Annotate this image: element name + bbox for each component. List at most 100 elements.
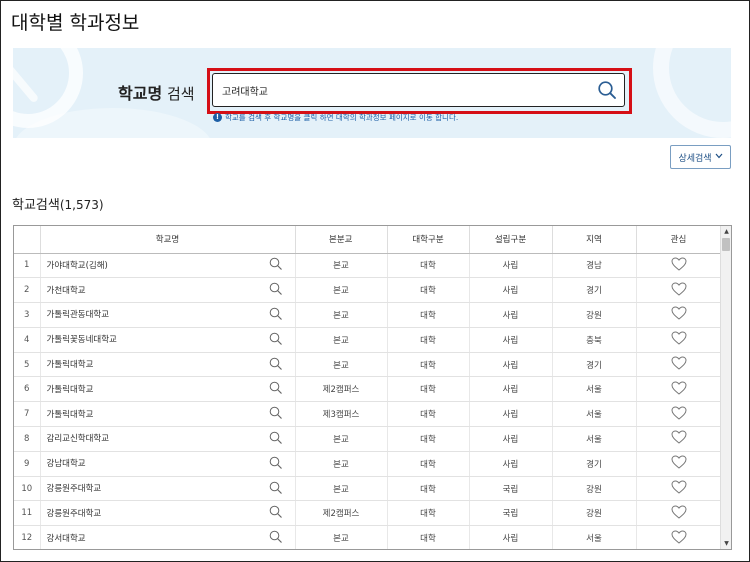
campus-cell: 본교 [295, 302, 388, 328]
school-name-cell[interactable]: 가야대학교(김해) [40, 253, 296, 279]
school-name-cell[interactable]: 강릉원주대학교 [40, 476, 296, 502]
foundation-cell: 사립 [469, 327, 553, 353]
school-name-link[interactable]: 감리교신학대학교 [47, 432, 269, 444]
school-name-link[interactable]: 가야대학교(김해) [47, 259, 269, 271]
campus-cell: 본교 [295, 476, 388, 502]
table-row[interactable]: 5 가톨릭대학교 본교 대학 사립 경기 [14, 352, 722, 378]
magnifier-icon[interactable] [269, 282, 282, 298]
heart-icon[interactable] [670, 406, 687, 423]
magnifier-icon[interactable] [269, 431, 282, 447]
table-scrollbar[interactable]: ▲ ▼ [720, 226, 731, 549]
heart-icon[interactable] [670, 530, 687, 547]
row-number: 5 [14, 352, 41, 378]
results-title: 학교검색 [12, 198, 60, 213]
search-input[interactable] [212, 73, 625, 107]
heart-icon[interactable] [670, 282, 687, 299]
row-number: 2 [14, 277, 41, 304]
magnifier-icon[interactable] [269, 307, 282, 323]
scroll-thumb[interactable] [722, 238, 730, 251]
table-row[interactable]: 2 가천대학교 본교 대학 사립 경기 [14, 277, 722, 304]
search-hint-text: 학교를 검색 후 학교명을 클릭 하면 대학의 학과정보 페이지로 이동 합니다… [225, 113, 459, 122]
school-name-cell[interactable]: 가톨릭대학교 [40, 352, 296, 378]
row-number: 10 [14, 476, 41, 502]
heart-icon[interactable] [670, 430, 687, 447]
region-cell: 경기 [552, 352, 637, 378]
heart-icon[interactable] [670, 356, 687, 373]
col-header-campus: 본분교 [295, 226, 388, 254]
school-name-link[interactable]: 가톨릭대학교 [47, 383, 269, 395]
heart-icon[interactable] [670, 257, 687, 274]
table-row[interactable]: 3 가톨릭관동대학교 본교 대학 사립 강원 [14, 302, 722, 328]
table-row[interactable]: 7 가톨릭대학교 제3캠퍼스 대학 사립 서울 [14, 401, 722, 428]
table-row[interactable]: 12 강서대학교 본교 대학 사립 서울 [14, 525, 722, 549]
school-name-cell[interactable]: 가톨릭대학교 [40, 401, 296, 428]
school-name-link[interactable]: 가천대학교 [47, 284, 269, 296]
scroll-down-arrow-icon[interactable]: ▼ [722, 539, 731, 548]
heart-icon[interactable] [670, 480, 687, 497]
foundation-cell: 사립 [469, 426, 553, 452]
school-name-cell[interactable]: 강릉원주대학교 [40, 500, 296, 527]
school-name-link[interactable]: 강서대학교 [47, 532, 269, 544]
campus-cell: 본교 [295, 327, 388, 353]
table-row[interactable]: 11 강릉원주대학교 제2캠퍼스 대학 국립 강원 [14, 500, 722, 527]
favorite-cell [636, 401, 722, 428]
table-row[interactable]: 4 가톨릭꽃동네대학교 본교 대학 사립 충북 [14, 327, 722, 353]
school-name-link[interactable]: 가톨릭꽃동네대학교 [47, 333, 269, 345]
region-cell: 강원 [552, 302, 637, 328]
row-number: 6 [14, 376, 41, 403]
campus-cell: 본교 [295, 253, 388, 279]
chevron-down-icon [715, 152, 723, 162]
region-cell: 강원 [552, 476, 637, 502]
foundation-cell: 국립 [469, 476, 553, 502]
search-icon[interactable] [597, 80, 617, 100]
table-row[interactable]: 1 가야대학교(김해) 본교 대학 사립 경남 [14, 253, 722, 279]
school-name-cell[interactable]: 가톨릭꽃동네대학교 [40, 327, 296, 353]
school-name-link[interactable]: 가톨릭대학교 [47, 408, 269, 420]
school-name-cell[interactable]: 감리교신학대학교 [40, 426, 296, 452]
school-name-cell[interactable]: 가톨릭관동대학교 [40, 302, 296, 328]
heart-icon[interactable] [670, 331, 687, 348]
heart-icon[interactable] [670, 381, 687, 398]
col-header-type: 대학구분 [387, 226, 470, 254]
campus-cell: 제3캠퍼스 [295, 401, 388, 428]
detail-search-button[interactable]: 상세검색 [670, 145, 731, 169]
magnifier-icon[interactable] [269, 381, 282, 397]
row-number: 8 [14, 426, 41, 452]
magnifier-icon[interactable] [269, 456, 282, 472]
table-row[interactable]: 8 감리교신학대학교 본교 대학 사립 서울 [14, 426, 722, 452]
scroll-up-arrow-icon[interactable]: ▲ [722, 227, 731, 236]
detail-search-label: 상세검색 [678, 153, 712, 164]
school-name-link[interactable]: 강릉원주대학교 [47, 507, 269, 519]
table-row[interactable]: 10 강릉원주대학교 본교 대학 국립 강원 [14, 476, 722, 502]
heart-icon[interactable] [670, 306, 687, 323]
row-number: 7 [14, 401, 41, 428]
search-label-rest: 검색 [162, 85, 195, 103]
table-row[interactable]: 6 가톨릭대학교 제2캠퍼스 대학 사립 서울 [14, 376, 722, 403]
magnifier-icon[interactable] [269, 406, 282, 422]
table-row[interactable]: 9 강남대학교 본교 대학 사립 경기 [14, 451, 722, 477]
heart-icon[interactable] [670, 505, 687, 522]
magnifier-icon[interactable] [269, 257, 282, 273]
school-name-cell[interactable]: 가톨릭대학교 [40, 376, 296, 403]
heart-icon[interactable] [670, 455, 687, 472]
magnifier-icon[interactable] [269, 357, 282, 373]
school-name-cell[interactable]: 강남대학교 [40, 451, 296, 477]
school-name-cell[interactable]: 강서대학교 [40, 525, 296, 549]
school-name-link[interactable]: 가톨릭관동대학교 [47, 308, 269, 320]
region-cell: 강원 [552, 500, 637, 527]
magnifier-icon[interactable] [269, 481, 282, 497]
school-name-link[interactable]: 강릉원주대학교 [47, 482, 269, 494]
school-name-link[interactable]: 가톨릭대학교 [47, 358, 269, 370]
magnifier-icon[interactable] [269, 505, 282, 521]
magnifier-icon[interactable] [269, 332, 282, 348]
univ-type-cell: 대학 [387, 352, 470, 378]
campus-cell: 제2캠퍼스 [295, 500, 388, 527]
region-cell: 충북 [552, 327, 637, 353]
region-cell: 경기 [552, 451, 637, 477]
campus-cell: 제2캠퍼스 [295, 376, 388, 403]
magnifier-icon[interactable] [269, 530, 282, 546]
results-count: (1,573) [59, 198, 104, 212]
school-name-cell[interactable]: 가천대학교 [40, 277, 296, 304]
school-name-link[interactable]: 강남대학교 [47, 457, 269, 469]
region-cell: 서울 [552, 426, 637, 452]
